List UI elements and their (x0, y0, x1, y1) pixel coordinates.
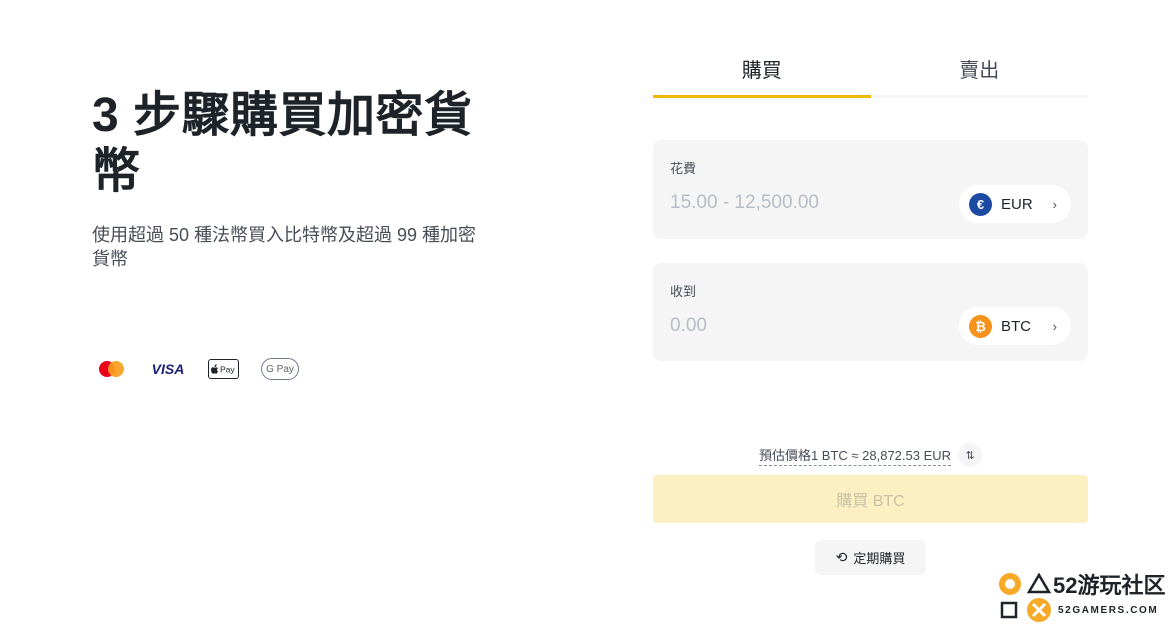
chevron-right-icon: › (1052, 196, 1057, 212)
receive-currency-code: BTC (1001, 317, 1031, 335)
trade-panel: 購買 賣出 花費 € EUR › 收到 ₿ BTC › (653, 52, 1088, 361)
spend-currency-selector[interactable]: € EUR › (959, 185, 1071, 223)
bitcoin-icon: ₿ (969, 314, 992, 338)
watermark-subtitle: 52GAMERS.COM (1058, 605, 1159, 616)
apple-pay-icon: Pay (208, 359, 239, 379)
swap-direction-icon[interactable]: ⇅ (958, 443, 983, 467)
receive-amount-input[interactable] (670, 315, 950, 337)
svg-text:Pay: Pay (220, 365, 235, 375)
apple-logo-icon: Pay (210, 364, 235, 375)
watermark-title: 52游玩社区 (1053, 573, 1166, 598)
spend-label: 花費 (670, 161, 697, 176)
tab-sell[interactable]: 賣出 (871, 52, 1089, 95)
spend-currency-code: EUR (1001, 195, 1033, 213)
buy-btc-button[interactable]: 購買 BTC (653, 475, 1088, 523)
page-title: 3 步驟購買加密貨幣 (92, 89, 473, 198)
trade-tabs: 購買 賣出 (653, 52, 1088, 98)
mastercard-icon (98, 356, 126, 382)
recurring-label: 定期購買 (853, 551, 906, 566)
visa-icon: VISA (151, 361, 185, 377)
watermark-shapes-icon (999, 572, 1052, 622)
payment-methods: VISA Pay G Pay (98, 356, 299, 382)
spend-box: 花費 € EUR › (653, 140, 1088, 239)
euro-icon: € (969, 192, 992, 216)
recurring-buy-button[interactable]: ⟲ 定期購買 (815, 540, 926, 575)
recurring-icon: ⟲ (835, 549, 848, 565)
receive-box: 收到 ₿ BTC › (653, 263, 1088, 361)
page-subtitle: 使用超過 50 種法幣買入比特幣及超過 99 種加密貨幣 (92, 225, 477, 269)
estimate-text: 預估價格1 BTC ≈ 28,872.53 EUR (758, 445, 952, 466)
price-estimate: 預估價格1 BTC ≈ 28,872.53 EUR ⇅ (653, 443, 1088, 467)
google-pay-icon: G Pay (261, 358, 299, 380)
receive-label: 收到 (670, 284, 697, 299)
spend-amount-input[interactable] (670, 192, 950, 214)
receive-currency-selector[interactable]: ₿ BTC › (959, 307, 1071, 345)
watermark-logo: 52游玩社区 52GAMERS.COM (997, 568, 1172, 624)
chevron-right-icon: › (1052, 318, 1057, 334)
tab-buy[interactable]: 購買 (653, 52, 871, 98)
